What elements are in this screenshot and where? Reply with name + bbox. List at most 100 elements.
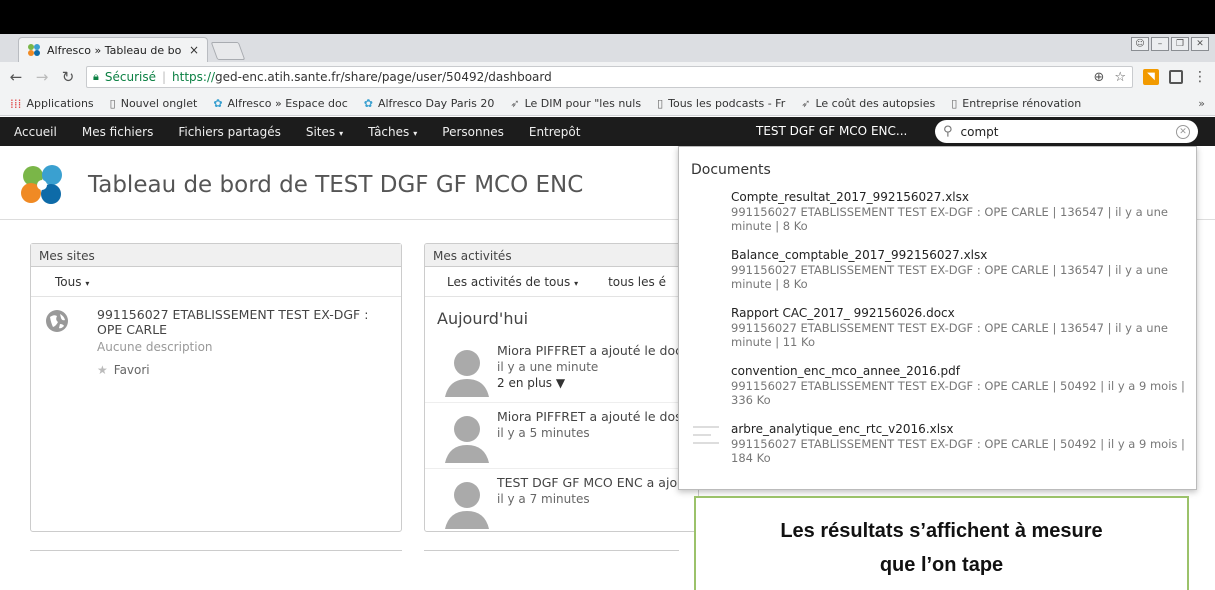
search-icon: ⚲ bbox=[943, 124, 953, 139]
back-arrow-icon[interactable]: ← bbox=[8, 68, 24, 86]
activity-text[interactable]: Miora PIFFRET a ajouté le dos bbox=[497, 409, 698, 424]
site-description: Aucune description bbox=[97, 340, 213, 354]
zoom-icon[interactable]: ⊕ bbox=[1093, 70, 1104, 85]
avatar-icon bbox=[445, 350, 489, 397]
activities-dashlet: Mes activités Les activités de tous ▾ to… bbox=[424, 243, 699, 532]
current-site-name[interactable]: TEST DGF GF MCO ENC... bbox=[756, 124, 907, 138]
activity-more-link[interactable]: 2 en plus ▼ bbox=[497, 376, 698, 390]
site-item: 991156027 ETABLISSEMENT TEST EX-DGF : OP… bbox=[31, 297, 401, 387]
bookmark-alfresco-espace[interactable]: ✿ Alfresco » Espace doc bbox=[213, 97, 347, 110]
bookmark-autopsies[interactable]: ➶ Le coût des autopsies bbox=[801, 97, 935, 110]
secure-label: Sécurisé bbox=[104, 70, 156, 84]
nav-entrepot[interactable]: Entrepôt bbox=[529, 125, 581, 139]
favorite-toggle[interactable]: ★ Favori bbox=[97, 363, 401, 377]
alfresco-leaf-icon: ✿ bbox=[363, 97, 373, 110]
bookmark-alfresco-day[interactable]: ✿ Alfresco Day Paris 20 bbox=[364, 97, 495, 110]
browser-menu-icon[interactable]: ⋮ bbox=[1193, 69, 1207, 85]
result-meta: 991156027 ETABLISSEMENT TEST EX-DGF : OP… bbox=[731, 321, 1168, 349]
window-controls: ☺ – ❐ ✕ bbox=[1131, 37, 1209, 51]
callout-line-1: Les résultats s’affichent à mesure bbox=[780, 520, 1103, 542]
search-result-item[interactable]: arbre_analytique_enc_rtc_v2016.xlsx 9911… bbox=[679, 422, 1196, 480]
profile-icon[interactable]: ☺ bbox=[1131, 37, 1149, 51]
dashlet-divider bbox=[30, 550, 402, 551]
sites-dashlet-title: Mes sites bbox=[31, 244, 401, 267]
search-result-item[interactable]: Rapport CAC_2017_ 992156026.docx 9911560… bbox=[679, 306, 1196, 364]
bookmarks-more-icon[interactable]: » bbox=[1198, 97, 1205, 110]
apps-grid-icon: ⁞⁞⁞ bbox=[10, 96, 22, 111]
close-window-icon[interactable]: ✕ bbox=[1191, 37, 1209, 51]
top-black-band bbox=[0, 0, 1215, 34]
chevron-down-icon: ▾ bbox=[339, 128, 344, 138]
reload-icon[interactable]: ↻ bbox=[60, 68, 76, 86]
star-icon: ★ bbox=[97, 363, 108, 377]
annotation-callout: Les résultats s’affichent à mesure que l… bbox=[694, 496, 1189, 590]
result-name[interactable]: Rapport CAC_2017_ 992156026.docx bbox=[731, 306, 1188, 320]
clear-search-icon[interactable]: ✕ bbox=[1176, 124, 1190, 139]
sites-dashlet: Mes sites Tous ▾ 991156027 ETABLISSEMENT… bbox=[30, 243, 402, 532]
avatar-icon bbox=[445, 416, 489, 463]
search-result-item[interactable]: Balance_comptable_2017_992156027.xlsx 99… bbox=[679, 248, 1196, 306]
avatar-icon bbox=[445, 482, 489, 529]
alfresco-leaf-icon bbox=[28, 44, 40, 56]
search-result-item[interactable]: convention_enc_mco_annee_2016.pdf 991156… bbox=[679, 364, 1196, 422]
bookmark-nouvel-onglet[interactable]: ▯ Nouvel onglet bbox=[110, 97, 198, 110]
new-tab-button[interactable] bbox=[210, 42, 246, 60]
page-icon: ▯ bbox=[109, 97, 116, 110]
browser-tab[interactable]: Alfresco » Tableau de bo × bbox=[18, 37, 208, 62]
browser-tab-strip: Alfresco » Tableau de bo × ☺ – ❐ ✕ bbox=[0, 34, 1215, 62]
result-meta: 991156027 ETABLISSEMENT TEST EX-DGF : OP… bbox=[731, 205, 1168, 233]
activities-filters: Les activités de tous ▾ tous les é bbox=[425, 267, 698, 297]
lock-icon: 🔒︎ bbox=[93, 70, 99, 83]
activities-type-filter[interactable]: tous les é bbox=[608, 275, 666, 289]
site-link[interactable]: 991156027 ETABLISSEMENT TEST EX-DGF : OP… bbox=[97, 307, 377, 337]
activity-item: Miora PIFFRET a ajouté le dos il y a 5 m… bbox=[425, 403, 698, 469]
callout-line-2: que l’on tape bbox=[879, 554, 1004, 576]
activity-text[interactable]: Miora PIFFRET a ajouté le doc bbox=[497, 343, 698, 358]
result-name[interactable]: Balance_comptable_2017_992156027.xlsx bbox=[731, 248, 1188, 262]
nav-accueil[interactable]: Accueil bbox=[14, 125, 57, 139]
result-name[interactable]: convention_enc_mco_annee_2016.pdf bbox=[731, 364, 1188, 378]
address-bar[interactable]: 🔒︎ Sécurisé | https://ged-enc.atih.sante… bbox=[86, 66, 1133, 88]
minimize-icon[interactable]: – bbox=[1151, 37, 1169, 51]
globe-icon bbox=[46, 310, 68, 332]
result-meta: 991156027 ETABLISSEMENT TEST EX-DGF : OP… bbox=[731, 379, 1185, 407]
chevron-down-icon: ▾ bbox=[85, 279, 90, 288]
result-name[interactable]: Compte_resultat_2017_992156027.xlsx bbox=[731, 190, 1188, 204]
nav-sites[interactable]: Sites ▾ bbox=[306, 125, 343, 139]
activities-user-filter[interactable]: Les activités de tous ▾ bbox=[447, 275, 578, 289]
bookmarks-bar: ⁞⁞⁞ Applications ▯ Nouvel onglet ✿ Alfresco… bbox=[0, 92, 1215, 116]
today-heading: Aujourd'hui bbox=[437, 309, 529, 328]
bookmark-podcasts[interactable]: ▯ Tous les podcasts - Fr bbox=[657, 97, 785, 110]
alfresco-leaf-icon: ✿ bbox=[213, 97, 223, 110]
rss-extension-icon[interactable]: ◥ bbox=[1143, 69, 1159, 85]
activity-text[interactable]: TEST DGF GF MCO ENC a ajouté bbox=[497, 475, 698, 490]
extension-icon[interactable] bbox=[1169, 70, 1183, 84]
bookmark-dim[interactable]: ➶ Le DIM pour "les nuls bbox=[510, 97, 641, 110]
search-input[interactable] bbox=[960, 124, 1168, 139]
activity-time: il y a 5 minutes bbox=[497, 426, 590, 440]
bird-icon: ➶ bbox=[510, 97, 520, 110]
maximize-icon[interactable]: ❐ bbox=[1171, 37, 1189, 51]
activities-dashlet-title: Mes activités bbox=[425, 244, 698, 267]
page-icon: ▯ bbox=[951, 97, 958, 110]
search-result-item[interactable]: Compte_resultat_2017_992156027.xlsx 9911… bbox=[679, 190, 1196, 248]
results-heading: Documents bbox=[691, 162, 771, 178]
bookmark-star-icon[interactable]: ☆ bbox=[1114, 70, 1126, 85]
activity-item: TEST DGF GF MCO ENC a ajouté il y a 7 mi… bbox=[425, 469, 698, 531]
activity-time: il y a 7 minutes bbox=[497, 492, 590, 506]
nav-fichiers-partages[interactable]: Fichiers partagés bbox=[178, 125, 281, 139]
bookmark-applications[interactable]: ⁞⁞⁞ Applications bbox=[10, 97, 94, 111]
page-icon: ▯ bbox=[657, 97, 664, 110]
bird-icon: ➶ bbox=[801, 97, 811, 110]
app-nav-bar: Accueil Mes fichiers Fichiers partagés S… bbox=[0, 117, 1215, 146]
bookmark-entreprise[interactable]: ▯ Entreprise rénovation bbox=[951, 97, 1081, 110]
tab-close-icon[interactable]: × bbox=[189, 43, 199, 57]
nav-personnes[interactable]: Personnes bbox=[442, 125, 504, 139]
forward-arrow-icon[interactable]: → bbox=[34, 68, 50, 86]
nav-mes-fichiers[interactable]: Mes fichiers bbox=[82, 125, 153, 139]
sites-filter[interactable]: Tous ▾ bbox=[31, 267, 401, 297]
dashlet-divider bbox=[424, 550, 679, 551]
result-name[interactable]: arbre_analytique_enc_rtc_v2016.xlsx bbox=[731, 422, 1188, 436]
activity-time: il y a une minute bbox=[497, 360, 599, 374]
nav-taches[interactable]: Tâches ▾ bbox=[368, 125, 417, 139]
